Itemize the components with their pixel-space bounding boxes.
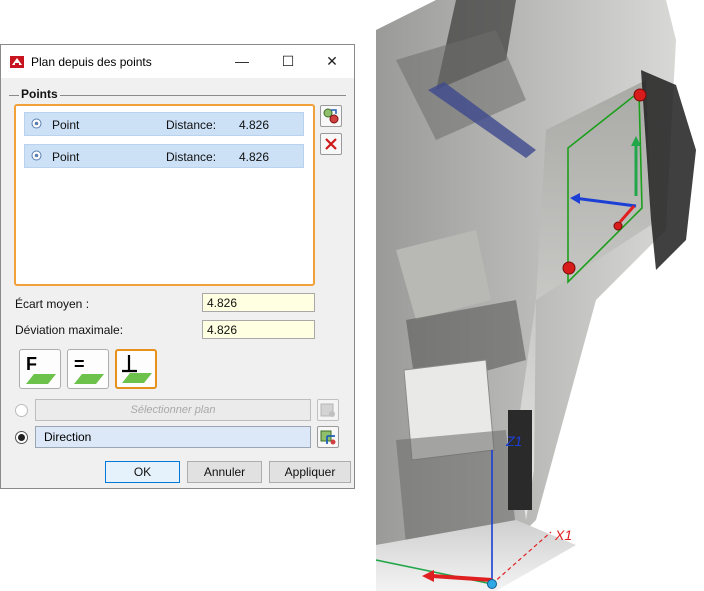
pick-direction-button[interactable] <box>317 426 339 448</box>
pick-direction-icon <box>320 430 336 445</box>
svg-text:=: = <box>74 354 85 374</box>
close-icon: ✕ <box>326 53 338 69</box>
point-radio-icon <box>31 118 42 129</box>
close-button[interactable]: ✕ <box>309 45 355 78</box>
point-radio-icon <box>31 150 42 161</box>
select-plane-field[interactable]: Sélectionner plan <box>35 399 311 421</box>
mean-deviation-label: Écart moyen : <box>15 297 90 311</box>
z-axis-label: Z1 <box>505 433 522 449</box>
ok-button[interactable]: OK <box>105 461 180 483</box>
add-point-icon <box>323 108 339 124</box>
plane-from-points-dialog: Plan depuis des points — ☐ ✕ Points Poin… <box>0 44 355 489</box>
distance-value: 4.826 <box>239 150 270 164</box>
plane-f-icon: F <box>26 354 56 384</box>
plane-parallel-button[interactable]: = <box>67 349 109 389</box>
point-row-1[interactable]: Point Distance: 4.826 <box>24 112 304 136</box>
3d-viewport[interactable]: Z1 X1 <box>376 0 704 591</box>
title-bar[interactable]: Plan depuis des points — ☐ ✕ <box>1 45 354 78</box>
world-origin[interactable] <box>487 579 497 589</box>
points-group-title: Points <box>19 87 60 101</box>
svg-text:F: F <box>26 354 37 374</box>
point-row-2[interactable]: Point Distance: 4.826 <box>24 144 304 168</box>
delete-point-button[interactable] <box>320 133 342 155</box>
x-axis-label: X1 <box>554 527 572 543</box>
direction-field[interactable]: Direction <box>35 426 311 448</box>
maximize-button[interactable]: ☐ <box>265 45 311 78</box>
distance-label: Distance: <box>166 150 217 164</box>
plane-parallel-icon: = <box>74 354 104 384</box>
minimize-button[interactable]: — <box>219 45 265 78</box>
dialog-title: Plan depuis des points <box>31 55 152 69</box>
plane-perpendicular-icon <box>122 355 152 383</box>
point-marker-2[interactable] <box>562 261 576 275</box>
point-name: Point <box>52 118 80 132</box>
apply-button[interactable]: Appliquer <box>269 461 351 483</box>
max-deviation-field: 4.826 <box>202 320 315 339</box>
delete-icon <box>325 138 337 150</box>
point-marker-1[interactable] <box>633 88 647 102</box>
app-logo-icon <box>10 56 24 68</box>
select-plane-radio[interactable] <box>15 404 28 417</box>
max-deviation-label: Déviation maximale: <box>15 323 124 337</box>
maximize-icon: ☐ <box>281 53 295 69</box>
pick-plane-button[interactable] <box>317 399 339 421</box>
mean-deviation-field: 4.826 <box>202 293 315 312</box>
points-list[interactable]: Point Distance: 4.826 Point Distance: 4.… <box>14 104 315 286</box>
plane-perpendicular-button[interactable] <box>115 349 157 389</box>
minimize-icon: — <box>235 53 249 69</box>
direction-radio[interactable] <box>15 431 28 444</box>
point-name: Point <box>52 150 80 164</box>
add-point-button[interactable] <box>320 105 342 127</box>
point-cloud-scene[interactable]: Z1 X1 <box>376 0 704 591</box>
plane-f-button[interactable]: F <box>19 349 61 389</box>
distance-label: Distance: <box>166 118 217 132</box>
distance-value: 4.826 <box>239 118 270 132</box>
point-marker-origin <box>613 221 623 231</box>
dark-box <box>508 410 532 510</box>
pick-plane-icon <box>320 403 335 417</box>
cancel-button[interactable]: Annuler <box>187 461 262 483</box>
